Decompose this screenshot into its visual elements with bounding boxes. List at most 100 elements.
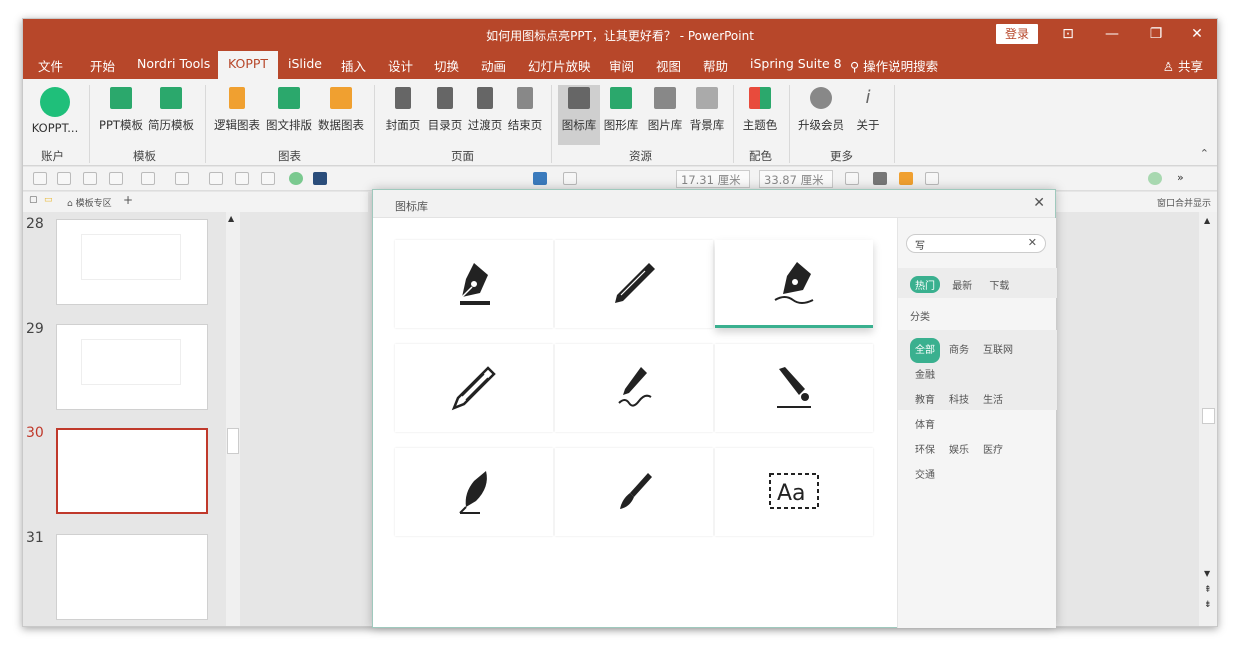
- icon-result-brush[interactable]: [555, 448, 713, 536]
- slide-thumbnail-29[interactable]: [56, 324, 208, 410]
- about-button[interactable]: i 关于: [853, 85, 883, 133]
- ppt-template-button[interactable]: PPT模板: [97, 85, 145, 133]
- scroll-down-icon[interactable]: ▼: [1204, 569, 1210, 578]
- icon-result-fountain-pen[interactable]: [395, 240, 553, 328]
- icon-result-pen-signature[interactable]: [555, 344, 713, 432]
- tab-hot[interactable]: 热门: [910, 276, 940, 293]
- category-medical[interactable]: 医疗: [978, 438, 1008, 463]
- theme-color-button[interactable]: 主题色: [739, 85, 781, 133]
- share-button[interactable]: ♙ 共享: [1163, 56, 1203, 75]
- text-layout-button[interactable]: 图文排版: [265, 85, 313, 133]
- image-library-button[interactable]: 图片库: [645, 85, 685, 133]
- tool-icon[interactable]: [845, 172, 859, 185]
- tool-icon[interactable]: [563, 172, 577, 185]
- shape-library-button[interactable]: 图形库: [601, 85, 641, 133]
- category-tech[interactable]: 科技: [944, 388, 974, 413]
- tab-help[interactable]: 帮助: [703, 56, 728, 75]
- category-finance[interactable]: 金融: [910, 363, 940, 388]
- category-business[interactable]: 商务: [944, 338, 974, 363]
- icon-library-button[interactable]: 图标库: [558, 85, 600, 145]
- icon-result-fountain-pen-writing[interactable]: [715, 240, 873, 328]
- width-field[interactable]: 17.31 厘米: [676, 170, 750, 188]
- tab-koppt[interactable]: KOPPT: [218, 51, 279, 79]
- tool-icon[interactable]: [83, 172, 97, 185]
- icon-result-pencil-outline[interactable]: [395, 344, 553, 432]
- scroll-thumb[interactable]: [227, 428, 239, 454]
- resume-template-button[interactable]: 简历模板: [147, 85, 195, 133]
- tab-file[interactable]: 文件: [38, 56, 63, 75]
- tab-review[interactable]: 审阅: [609, 56, 634, 75]
- template-zone-tab[interactable]: ⌂ 模板专区: [67, 196, 112, 209]
- tab-design[interactable]: 设计: [388, 56, 413, 75]
- shape-circle-icon[interactable]: [289, 172, 303, 185]
- icon-result-pencil[interactable]: [555, 240, 713, 328]
- data-chart-button[interactable]: 数据图表: [317, 85, 365, 133]
- tab-slideshow[interactable]: 幻灯片放映: [528, 56, 591, 75]
- next-slide-icon[interactable]: ⇟: [1204, 600, 1212, 610]
- tab-download[interactable]: 下载: [984, 276, 1014, 293]
- category-transport[interactable]: 交通: [910, 463, 940, 488]
- upgrade-button[interactable]: 升级会员: [797, 85, 845, 133]
- end-page-button[interactable]: 结束页: [505, 85, 545, 133]
- category-all[interactable]: 全部: [910, 338, 940, 363]
- icon-result-calligraphy-pen[interactable]: [715, 344, 873, 432]
- ribbon-display-icon[interactable]: ⊡: [1046, 19, 1090, 49]
- scroll-up-icon[interactable]: ▲: [228, 214, 234, 223]
- tab-transitions[interactable]: 切换: [434, 56, 459, 75]
- logic-chart-button[interactable]: 逻辑图表: [213, 85, 261, 133]
- tab-latest[interactable]: 最新: [947, 276, 977, 293]
- cover-page-button[interactable]: 封面页: [383, 85, 423, 133]
- minimize-icon[interactable]: —: [1090, 19, 1134, 49]
- tool-icon[interactable]: [141, 172, 155, 185]
- tell-me-search[interactable]: ⚲ 操作说明搜索: [850, 56, 938, 75]
- tab-ispring[interactable]: iSpring Suite 8: [750, 56, 842, 71]
- font-color-icon[interactable]: [175, 172, 189, 185]
- slide-thumbnail-31[interactable]: [56, 534, 208, 620]
- background-library-button[interactable]: 背景库: [687, 85, 727, 133]
- prev-slide-icon[interactable]: ⇞: [1204, 585, 1212, 595]
- category-entertainment[interactable]: 娱乐: [944, 438, 974, 463]
- tool-icon[interactable]: [57, 172, 71, 185]
- tool-icon[interactable]: [1148, 172, 1162, 185]
- fill-color-icon[interactable]: [313, 172, 327, 185]
- category-education[interactable]: 教育: [910, 388, 940, 413]
- toc-page-button[interactable]: 目录页: [425, 85, 465, 133]
- tab-home[interactable]: 开始: [90, 56, 115, 75]
- koppt-account-button[interactable]: KOPPT...: [29, 85, 81, 135]
- icon-result-quill[interactable]: [395, 448, 553, 536]
- slide-thumbnail-30[interactable]: [56, 428, 208, 514]
- close-icon[interactable]: ✕: [1175, 19, 1217, 49]
- tab-nordri-tools[interactable]: Nordri Tools: [137, 56, 210, 71]
- tab-view[interactable]: 视图: [656, 56, 681, 75]
- folder-icon[interactable]: ▭: [44, 195, 53, 205]
- chart-icon[interactable]: [533, 172, 547, 185]
- restore-icon[interactable]: ❐: [1134, 19, 1178, 49]
- new-file-icon[interactable]: ▢: [29, 195, 38, 205]
- scroll-thumb[interactable]: [1202, 408, 1215, 424]
- tool-icon[interactable]: [899, 172, 913, 185]
- tool-icon[interactable]: [33, 172, 47, 185]
- clear-search-icon[interactable]: ✕: [1028, 236, 1037, 249]
- tool-icon[interactable]: [235, 172, 249, 185]
- tab-islide[interactable]: iSlide: [288, 56, 322, 71]
- category-sports[interactable]: 体育: [910, 413, 940, 438]
- tool-icon[interactable]: [261, 172, 275, 185]
- canvas-scrollbar[interactable]: ▲ ▼ ⇞ ⇟: [1199, 212, 1217, 626]
- close-box-icon[interactable]: [873, 172, 887, 185]
- tab-animations[interactable]: 动画: [481, 56, 506, 75]
- height-field[interactable]: 33.87 厘米: [759, 170, 833, 188]
- scroll-up-icon[interactable]: ▲: [1204, 216, 1210, 225]
- thumbnail-scrollbar[interactable]: ▲: [226, 212, 240, 626]
- category-life[interactable]: 生活: [978, 388, 1008, 413]
- icon-result-text-box[interactable]: Aa: [715, 448, 873, 536]
- add-tab-icon[interactable]: +: [123, 193, 133, 207]
- tool-icon[interactable]: [925, 172, 939, 185]
- search-input[interactable]: 写 ✕: [906, 234, 1046, 253]
- login-button[interactable]: 登录: [996, 24, 1038, 44]
- collapse-ribbon-icon[interactable]: ⌃: [1200, 147, 1209, 160]
- tab-insert[interactable]: 插入: [341, 56, 366, 75]
- slide-thumbnail-28[interactable]: [56, 219, 208, 305]
- tool-icon[interactable]: [109, 172, 123, 185]
- tool-icon[interactable]: [209, 172, 223, 185]
- category-internet[interactable]: 互联网: [978, 338, 1018, 363]
